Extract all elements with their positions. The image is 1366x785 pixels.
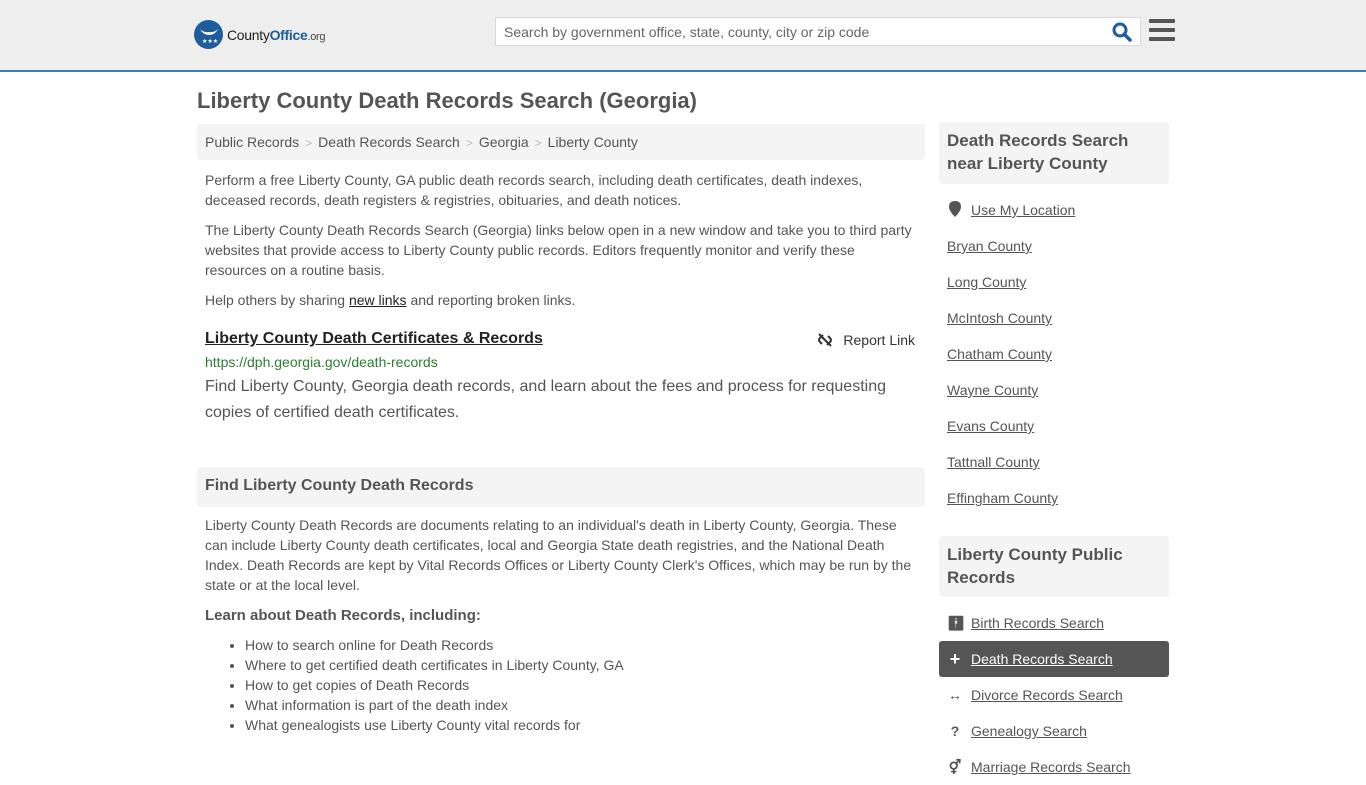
question-icon: ? (950, 723, 960, 739)
broken-link-icon (818, 333, 833, 347)
list-item: How to get copies of Death Records (245, 675, 624, 695)
sidebar-item-birth-records[interactable]: 🚹︎ Birth Records Search (939, 605, 1169, 641)
nearby-heading: Death Records Search near Liberty County (939, 122, 1169, 184)
sidebar-item-genealogy[interactable]: ? Genealogy Search (939, 713, 1169, 749)
nearby-county-link[interactable]: Effingham County (947, 490, 1058, 506)
logo-text: CountyOffice.org (227, 26, 326, 43)
double-arrow-icon: ↔ (948, 687, 962, 703)
find-section-heading: Find Liberty County Death Records (197, 467, 925, 507)
eagle-logo-icon: ★★★ (194, 20, 223, 49)
list-item: How to search online for Death Records (245, 635, 624, 655)
intro-paragraph: Perform a free Liberty County, GA public… (205, 172, 863, 208)
breadcrumb-public-records[interactable]: Public Records (205, 134, 299, 150)
logo-brand-main: Office (269, 26, 308, 43)
sidebar-item-label: Death Records Search (971, 651, 1113, 667)
breadcrumb-separator-icon: > (465, 136, 473, 150)
sidebar-item-death-records[interactable]: + Death Records Search (939, 641, 1169, 677)
sidebar-item-label: Marriage Records Search (971, 759, 1131, 775)
list-item: What genealogists use Liberty County vit… (245, 715, 624, 735)
person-icon: 🚹︎ (947, 614, 965, 631)
nearby-county-link[interactable]: Evans County (947, 418, 1034, 434)
search-button[interactable] (1112, 22, 1134, 42)
breadcrumb-georgia[interactable]: Georgia (479, 134, 529, 150)
nearby-county-link[interactable]: Long County (947, 274, 1026, 290)
public-records-heading: Liberty County Public Records (939, 536, 1169, 597)
breadcrumb: Public Records > Death Records Search > Geor… (197, 124, 925, 160)
breadcrumb-separator-icon: > (534, 136, 542, 150)
sidebar-item-divorce-records[interactable]: ↔ Divorce Records Search (939, 677, 1169, 713)
nearby-county-link[interactable]: Chatham County (947, 346, 1052, 362)
logo-brand-suffix: .org (307, 30, 326, 43)
report-link-label: Report Link (843, 332, 915, 348)
use-my-location-link[interactable]: Use My Location (939, 192, 1169, 228)
sidebar-item-label: Divorce Records Search (971, 687, 1123, 703)
share-paragraph: Help others by sharing new links and rep… (197, 290, 925, 310)
result-description: Find Liberty County, Georgia death recor… (205, 378, 886, 421)
list-item: Where to get certified death certificate… (245, 655, 624, 675)
breadcrumb-death-records-search[interactable]: Death Records Search (318, 134, 460, 150)
learn-heading: Learn about Death Records, including: (205, 607, 481, 624)
share-text: and reporting broken links. (406, 292, 576, 308)
page-title: Liberty County Death Records Search (Geo… (197, 88, 697, 113)
new-links-link[interactable]: new links (349, 292, 407, 308)
result-url[interactable]: https://dph.georgia.gov/death-records (205, 354, 917, 370)
learn-list: How to search online for Death Records W… (245, 635, 624, 735)
nearby-county-link[interactable]: McIntosh County (947, 310, 1052, 326)
result-title-link[interactable]: Liberty County Death Certificates & Reco… (205, 330, 543, 347)
map-pin-icon (947, 200, 963, 220)
sidebar-item-marriage-records[interactable]: ⚥ Marriage Records Search (939, 749, 1169, 785)
search-box (495, 17, 1141, 46)
search-input[interactable] (496, 18, 1096, 45)
breadcrumb-liberty-county[interactable]: Liberty County (548, 134, 638, 150)
nearby-county-link[interactable]: Bryan County (947, 238, 1032, 254)
site-header: ★★★ CountyOffice.org (0, 0, 1366, 72)
breadcrumb-separator-icon: > (305, 136, 313, 150)
report-link-button[interactable]: Report Link (817, 332, 915, 348)
plus-cross-icon: + (949, 648, 961, 669)
use-my-location-label: Use My Location (971, 202, 1076, 218)
nearby-county-link[interactable]: Tattnall County (947, 454, 1040, 470)
sidebar-item-label: Genealogy Search (971, 723, 1087, 739)
search-icon (1112, 22, 1132, 42)
find-section-body: Liberty County Death Records are documen… (205, 517, 912, 593)
result-item: Liberty County Death Certificates & Reco… (205, 330, 917, 426)
marriage-symbol-icon: ⚥ (948, 758, 962, 775)
intro-paragraph: The Liberty County Death Records Search … (205, 222, 912, 278)
hamburger-menu-icon[interactable] (1149, 19, 1175, 43)
share-text: Help others by sharing (205, 292, 349, 308)
list-item: What information is part of the death in… (245, 695, 624, 715)
sidebar-item-label: Birth Records Search (971, 615, 1105, 631)
logo-brand-prefix: County (227, 26, 270, 43)
svg-text:★★★: ★★★ (202, 38, 218, 45)
intro-section: Perform a free Liberty County, GA public… (197, 170, 925, 320)
site-logo[interactable]: ★★★ CountyOffice.org (194, 20, 326, 49)
nearby-county-link[interactable]: Wayne County (947, 382, 1038, 398)
